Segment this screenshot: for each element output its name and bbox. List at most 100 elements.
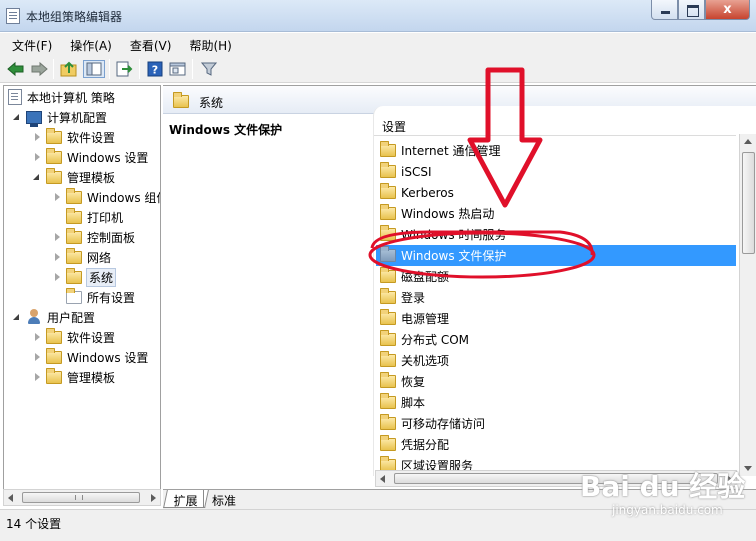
list-item[interactable]: 可移动存储访问 bbox=[380, 413, 736, 434]
list-item[interactable]: Kerberos bbox=[380, 182, 736, 203]
back-arrow-icon[interactable] bbox=[7, 60, 25, 78]
close-button[interactable]: x bbox=[705, 0, 750, 20]
collapsed-arrow-icon[interactable] bbox=[32, 332, 42, 342]
menu-help[interactable]: 帮助(H) bbox=[177, 33, 237, 55]
toolbar-separator bbox=[109, 59, 110, 79]
tree-node-software-settings[interactable]: 软件设置 bbox=[32, 127, 115, 147]
menu-action[interactable]: 操作(A) bbox=[58, 33, 118, 55]
scrollbar-thumb[interactable] bbox=[22, 492, 140, 503]
tree-node-network[interactable]: 网络 bbox=[52, 247, 111, 267]
collapsed-arrow-icon[interactable] bbox=[32, 152, 42, 162]
folder-icon bbox=[46, 167, 62, 184]
scroll-up-arrow-icon[interactable] bbox=[744, 139, 752, 144]
scrollbar-thumb[interactable] bbox=[742, 152, 755, 254]
folder-icon bbox=[380, 183, 396, 199]
list-item[interactable]: iSCSI bbox=[380, 161, 736, 182]
folder-icon bbox=[380, 414, 396, 430]
baidu-watermark: Bai du 经验 bbox=[580, 470, 746, 503]
toolbar-separator bbox=[139, 59, 140, 79]
tree-node-user-software-settings[interactable]: 软件设置 bbox=[32, 327, 115, 347]
collapsed-arrow-icon[interactable] bbox=[32, 372, 42, 382]
list-item[interactable]: 脚本 bbox=[380, 392, 736, 413]
tree-node-user-admin-templates[interactable]: 管理模板 bbox=[32, 367, 115, 387]
folder-icon bbox=[380, 162, 396, 178]
folder-icon bbox=[173, 92, 189, 108]
user-icon bbox=[26, 309, 42, 325]
expanded-arrow-icon[interactable] bbox=[32, 172, 42, 182]
up-folder-icon[interactable] bbox=[60, 60, 78, 78]
collapsed-arrow-icon[interactable] bbox=[32, 352, 42, 362]
svg-text:?: ? bbox=[152, 64, 158, 77]
window-title: 本地组策略编辑器 bbox=[26, 10, 123, 24]
forward-arrow-icon[interactable] bbox=[30, 60, 48, 78]
export-list-icon[interactable] bbox=[115, 60, 133, 78]
tree-node-admin-templates[interactable]: 管理模板 bbox=[32, 167, 115, 187]
menu-file[interactable]: 文件(F) bbox=[0, 33, 58, 55]
tree-node-windows-components[interactable]: Windows 组件 bbox=[52, 187, 160, 207]
list-item[interactable]: 分布式 COM bbox=[380, 329, 736, 350]
minimize-button[interactable] bbox=[651, 0, 678, 20]
tree-node-root[interactable]: 本地计算机 策略 bbox=[8, 87, 115, 107]
expanded-arrow-icon[interactable] bbox=[12, 312, 22, 322]
tree-node-label: Windows 设置 bbox=[67, 150, 149, 165]
toolbar: ? bbox=[0, 55, 756, 83]
computer-icon bbox=[26, 110, 42, 127]
list-item-label: Kerberos bbox=[401, 185, 454, 200]
list-item[interactable]: Windows 时间服务 bbox=[380, 224, 736, 245]
tree-node-all-settings[interactable]: 所有设置 bbox=[52, 287, 135, 307]
scroll-left-arrow-icon[interactable] bbox=[8, 494, 13, 502]
list-item[interactable]: Windows 热启动 bbox=[380, 203, 736, 224]
list-item[interactable]: 电源管理 bbox=[380, 308, 736, 329]
tree-node-label: 控制面板 bbox=[87, 230, 136, 245]
collapsed-arrow-icon[interactable] bbox=[52, 232, 62, 242]
folder-icon bbox=[380, 435, 396, 451]
tree-node-control-panel[interactable]: 控制面板 bbox=[52, 227, 135, 247]
collapsed-arrow-icon[interactable] bbox=[32, 132, 42, 142]
show-tree-icon[interactable] bbox=[83, 60, 105, 78]
maximize-button[interactable] bbox=[678, 0, 705, 20]
list-item[interactable]: 恢复 bbox=[380, 371, 736, 392]
tree-node-label: 系统 bbox=[85, 267, 117, 287]
tree-node-label: 计算机配置 bbox=[47, 110, 108, 125]
tree-node-label: 所有设置 bbox=[87, 290, 136, 305]
list-item-label: Windows 时间服务 bbox=[401, 228, 507, 242]
folder-icon bbox=[380, 225, 396, 241]
folder-icon bbox=[46, 347, 62, 364]
tree-node-label: 打印机 bbox=[87, 210, 124, 225]
collapsed-arrow-icon[interactable] bbox=[52, 252, 62, 262]
tree-node-label: 用户配置 bbox=[47, 310, 96, 325]
list-item[interactable]: Windows 文件保护 bbox=[376, 245, 736, 266]
help-icon[interactable]: ? bbox=[146, 60, 164, 78]
list-item-label: 脚本 bbox=[401, 396, 426, 410]
tree-node-windows-settings[interactable]: Windows 设置 bbox=[32, 147, 148, 167]
filter-icon[interactable] bbox=[200, 60, 218, 78]
list-item[interactable]: 凭据分配 bbox=[380, 434, 736, 455]
tree-node-label: Windows 设置 bbox=[67, 350, 149, 365]
tab-standard[interactable]: 标准 bbox=[203, 490, 244, 508]
menu-view[interactable]: 查看(V) bbox=[118, 33, 178, 55]
tree-node-computer-config[interactable]: 计算机配置 bbox=[12, 107, 107, 127]
list-item[interactable]: 磁盘配额 bbox=[380, 266, 736, 287]
scroll-right-arrow-icon[interactable] bbox=[151, 494, 156, 502]
collapsed-arrow-icon[interactable] bbox=[52, 272, 62, 282]
tree-node-user-config[interactable]: 用户配置 bbox=[12, 307, 95, 327]
tree-node-label: 软件设置 bbox=[67, 130, 116, 145]
list-item[interactable]: 登录 bbox=[380, 287, 736, 308]
list-item[interactable]: 关机选项 bbox=[380, 350, 736, 371]
scroll-left-arrow-icon[interactable] bbox=[380, 475, 385, 483]
tree-node-printers[interactable]: 打印机 bbox=[52, 207, 123, 227]
list-item[interactable]: Internet 通信管理 bbox=[380, 140, 736, 161]
properties-icon[interactable] bbox=[169, 60, 187, 78]
expanded-arrow-icon[interactable] bbox=[12, 112, 22, 122]
tree-node-user-windows-settings[interactable]: Windows 设置 bbox=[32, 347, 148, 367]
tree-node-system[interactable]: 系统 bbox=[52, 267, 117, 287]
list-item-label: 可移动存储访问 bbox=[401, 417, 486, 431]
folder-icon bbox=[380, 393, 396, 409]
collapsed-arrow-icon[interactable] bbox=[52, 192, 62, 202]
baidu-watermark-url: jingyan.baidu.com bbox=[612, 503, 723, 517]
list-vertical-scrollbar[interactable] bbox=[739, 134, 756, 476]
folder-icon bbox=[66, 247, 82, 264]
column-header-settings[interactable]: 设置 bbox=[374, 114, 736, 136]
window-controls: x bbox=[651, 0, 750, 22]
tree-horizontal-scrollbar[interactable] bbox=[3, 489, 161, 506]
